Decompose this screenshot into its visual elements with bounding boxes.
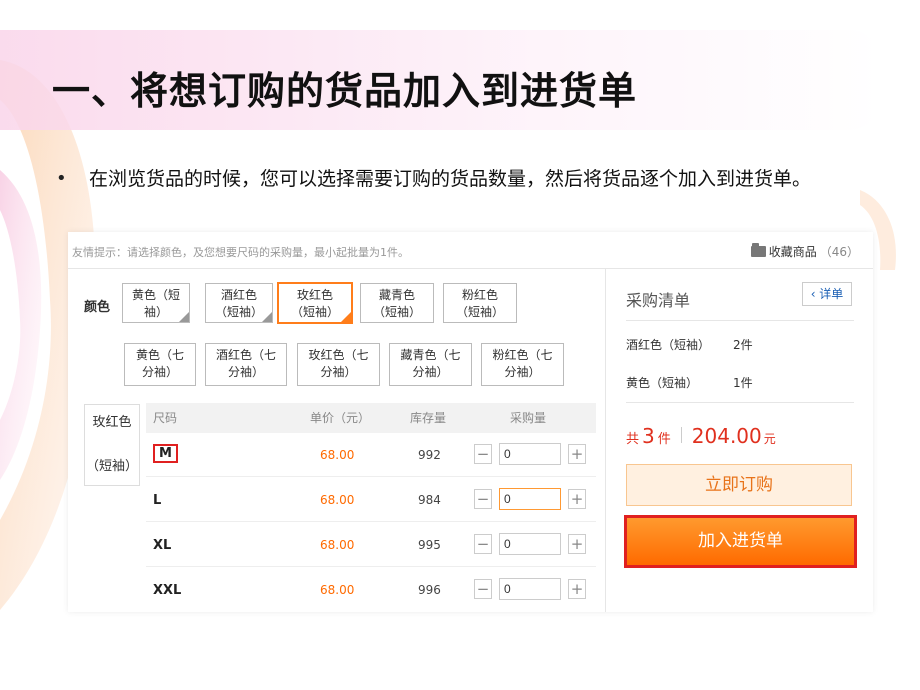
swatch-line-1: 酒红色 [220,288,257,302]
header-stock: 库存量 [410,411,447,425]
stock-cell: 984 [418,493,441,507]
row-divider [146,566,596,567]
total-prefix: 共 [626,432,640,447]
plus-button[interactable]: + [568,444,586,464]
bullet-text: 在浏览货品的时候，您可以选择需要订购的货品数量，然后将货品逐个加入到进货单。 [89,168,812,190]
cart-item-name: 黄色（短袖） [626,376,699,390]
size-cell: XXL [153,583,182,598]
selected-color-line-2: （短袖） [85,459,138,474]
color-label: 颜色 [84,300,111,315]
row-divider [146,521,596,522]
divider [605,268,606,612]
cart-title: 采购清单 [626,291,691,310]
swatch-line-2: 分袖） [227,365,264,379]
swatch-line-1: 粉红色（七 [492,348,553,362]
stock-cell: 995 [418,538,441,552]
color-swatch-wine-short[interactable]: 酒红色 （短袖） [205,283,273,323]
favorite-link[interactable]: 收藏商品 （46） [750,243,859,260]
swatch-line-2: 分袖） [504,365,541,379]
cart-total: 共 3 件 204.00 元 [626,424,776,448]
swatch-line-1: 藏青色（七 [400,348,461,362]
swatch-line-2: （短袖） [372,305,421,319]
cart-item-qty: 1件 [733,376,753,390]
divider [68,268,873,269]
selected-corner-icon [179,312,189,322]
cart-item-name: 酒红色（短袖） [626,338,711,352]
price-cell: 68.00 [320,493,355,507]
favorite-count: （46） [819,245,859,259]
minus-button[interactable]: − [474,579,492,599]
color-swatch-rose-short[interactable]: 玫红色 （短袖） [277,282,353,324]
total-count: 3 [642,424,655,448]
slide-title: 一、将想订购的货品加入到进货单 [52,69,638,113]
color-swatch-navy-short[interactable]: 藏青色 （短袖） [360,283,434,323]
row-divider [146,476,596,477]
folder-icon [750,243,766,257]
selected-color-line-1: 玫红色 [92,415,132,430]
total-separator [680,427,682,443]
header-size: 尺码 [153,411,178,425]
total-unit: 件 [657,432,671,447]
swatch-line-1: 黄色（短 [131,288,180,302]
size-cell: L [153,493,162,508]
price-cell: 68.00 [320,448,355,462]
color-swatch-rose-three-quarter[interactable]: 玫红色（七 分袖） [297,343,380,386]
swatch-line-2: 分袖） [320,365,357,379]
color-swatch-wine-three-quarter[interactable]: 酒红色（七 分袖） [205,343,287,386]
price-cell: 68.00 [320,583,355,597]
buy-now-button[interactable]: 立即订购 [626,464,852,506]
swatch-line-2: 分袖） [412,365,449,379]
favorite-label: 收藏商品 [768,245,817,259]
selected-corner-icon [262,312,272,322]
swatch-line-1: 黄色（七 [135,348,184,362]
total-amount: 204.00 [691,424,762,448]
minus-button[interactable]: − [474,534,492,554]
header-price: 单价（元） [310,411,371,425]
quantity-input[interactable] [499,443,561,465]
detail-button[interactable]: ‹ 详单 [802,282,852,306]
header-qty: 采购量 [510,411,547,425]
stock-cell: 992 [418,448,441,462]
bullet-marker: • [56,168,67,189]
quantity-input[interactable] [499,578,561,600]
swatch-line-2: 分袖） [141,365,178,379]
size-cell: M [153,444,178,463]
swatch-line-1: 玫红色 [296,288,333,302]
total-currency: 元 [763,432,776,446]
color-swatch-pink-short[interactable]: 粉红色 （短袖） [443,283,517,323]
swatch-line-1: 玫红色（七 [308,348,369,362]
plus-button[interactable]: + [568,534,586,554]
swatch-line-1: 酒红色（七 [215,348,276,362]
swatch-line-1: 藏青色 [378,288,415,302]
stock-cell: 996 [418,583,441,597]
swatch-line-1: 粉红色 [461,288,498,302]
order-panel: 友情提示：请选择颜色，及您想要尺码的采购量，最小起批量为1件。 收藏商品 （46… [68,232,873,612]
plus-button[interactable]: + [568,579,586,599]
divider [626,320,854,321]
cart-item-qty: 2件 [733,338,753,352]
selected-corner-icon [341,312,351,322]
plus-button[interactable]: + [568,489,586,509]
hint-text: 友情提示：请选择颜色，及您想要尺码的采购量，最小起批量为1件。 [72,246,409,259]
quantity-input[interactable] [499,488,561,510]
size-cell: XL [153,538,172,553]
color-swatch-yellow-three-quarter[interactable]: 黄色（七 分袖） [124,343,196,386]
swatch-line-2: （短袖） [455,305,504,319]
price-cell: 68.00 [320,538,355,552]
color-swatch-pink-three-quarter[interactable]: 粉红色（七 分袖） [481,343,564,386]
add-to-purchase-list-button[interactable]: 加入进货单 [624,515,857,568]
quantity-input[interactable] [499,533,561,555]
color-swatch-navy-three-quarter[interactable]: 藏青色（七 分袖） [389,343,472,386]
selected-color-box: 玫红色 （短袖） [84,404,140,486]
minus-button[interactable]: − [474,489,492,509]
color-swatch-yellow-short[interactable]: 黄色（短 袖） [122,283,190,323]
minus-button[interactable]: − [474,444,492,464]
divider [626,402,854,403]
